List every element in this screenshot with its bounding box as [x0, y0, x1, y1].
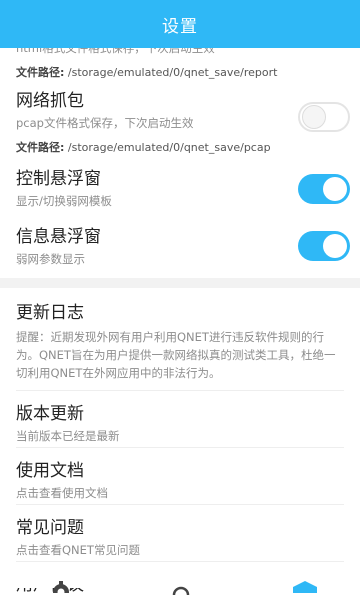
capture-title: 网络抓包 — [16, 91, 84, 111]
faq-title: 常见问题 — [16, 518, 84, 538]
page-title: 设置 — [162, 16, 198, 37]
csv-path-value: /storage/emulated/0/qnet_save/report — [64, 66, 278, 79]
float-info-title: 信息悬浮窗 — [16, 227, 101, 247]
setting-changelog[interactable]: 更新日志 提醒：近期发现外网有用户利用QNET进行违反软件规则的行为。QNET旨… — [0, 288, 360, 380]
docs-subtitle: 点击查看使用文档 — [16, 486, 108, 500]
setting-float-info[interactable]: 信息悬浮窗 弱网参数显示 — [0, 220, 360, 278]
search-icon[interactable] — [170, 580, 192, 602]
float-control-toggle[interactable] — [298, 174, 350, 204]
capture-subtitle: pcap文件格式保存，下次启动生效 — [16, 116, 194, 130]
capture-toggle[interactable] — [298, 102, 350, 132]
setting-packet-capture[interactable]: 网络抓包 pcap文件格式保存，下次启动生效 文件路径: /storage/em… — [0, 84, 360, 156]
bottom-nav — [0, 566, 360, 602]
capture-path-value: /storage/emulated/0/qnet_save/pcap — [64, 141, 271, 154]
float-info-subtitle: 弱网参数显示 — [16, 252, 85, 266]
toggle-knob — [323, 177, 347, 201]
changelog-subtitle: 提醒：近期发现外网有用户利用QNET进行违反软件规则的行为。QNET旨在为用户提… — [16, 330, 336, 380]
csv-path-label: 文件路径: — [16, 66, 65, 79]
section-divider — [0, 278, 360, 288]
setting-version-update[interactable]: 版本更新 当前版本已经是最新 — [0, 391, 360, 447]
capture-path: 文件路径: /storage/emulated/0/qnet_save/pcap — [16, 140, 344, 156]
setting-docs[interactable]: 使用文档 点击查看使用文档 — [0, 448, 360, 504]
settings-list: html格式文件格式保存，下次启动生效 文件路径: /storage/emula… — [0, 0, 360, 602]
float-info-toggle[interactable] — [298, 231, 350, 261]
update-subtitle: 当前版本已经是最新 — [16, 429, 120, 443]
float-control-subtitle: 显示/切换弱网模板 — [16, 194, 112, 208]
csv-path: 文件路径: /storage/emulated/0/qnet_save/repo… — [16, 65, 344, 81]
setting-faq[interactable]: 常见问题 点击查看QNET常见问题 — [0, 505, 360, 561]
changelog-title: 更新日志 — [16, 303, 84, 323]
float-control-title: 控制悬浮窗 — [16, 169, 101, 189]
setting-float-control[interactable]: 控制悬浮窗 显示/切换弱网模板 — [0, 162, 360, 220]
faq-subtitle: 点击查看QNET常见问题 — [16, 543, 140, 557]
toggle-knob — [323, 234, 347, 258]
app-bar: 设置 — [0, 0, 360, 48]
docs-title: 使用文档 — [16, 461, 84, 481]
capture-path-label: 文件路径: — [16, 141, 65, 154]
toggle-knob — [302, 105, 326, 129]
update-title: 版本更新 — [16, 404, 84, 424]
